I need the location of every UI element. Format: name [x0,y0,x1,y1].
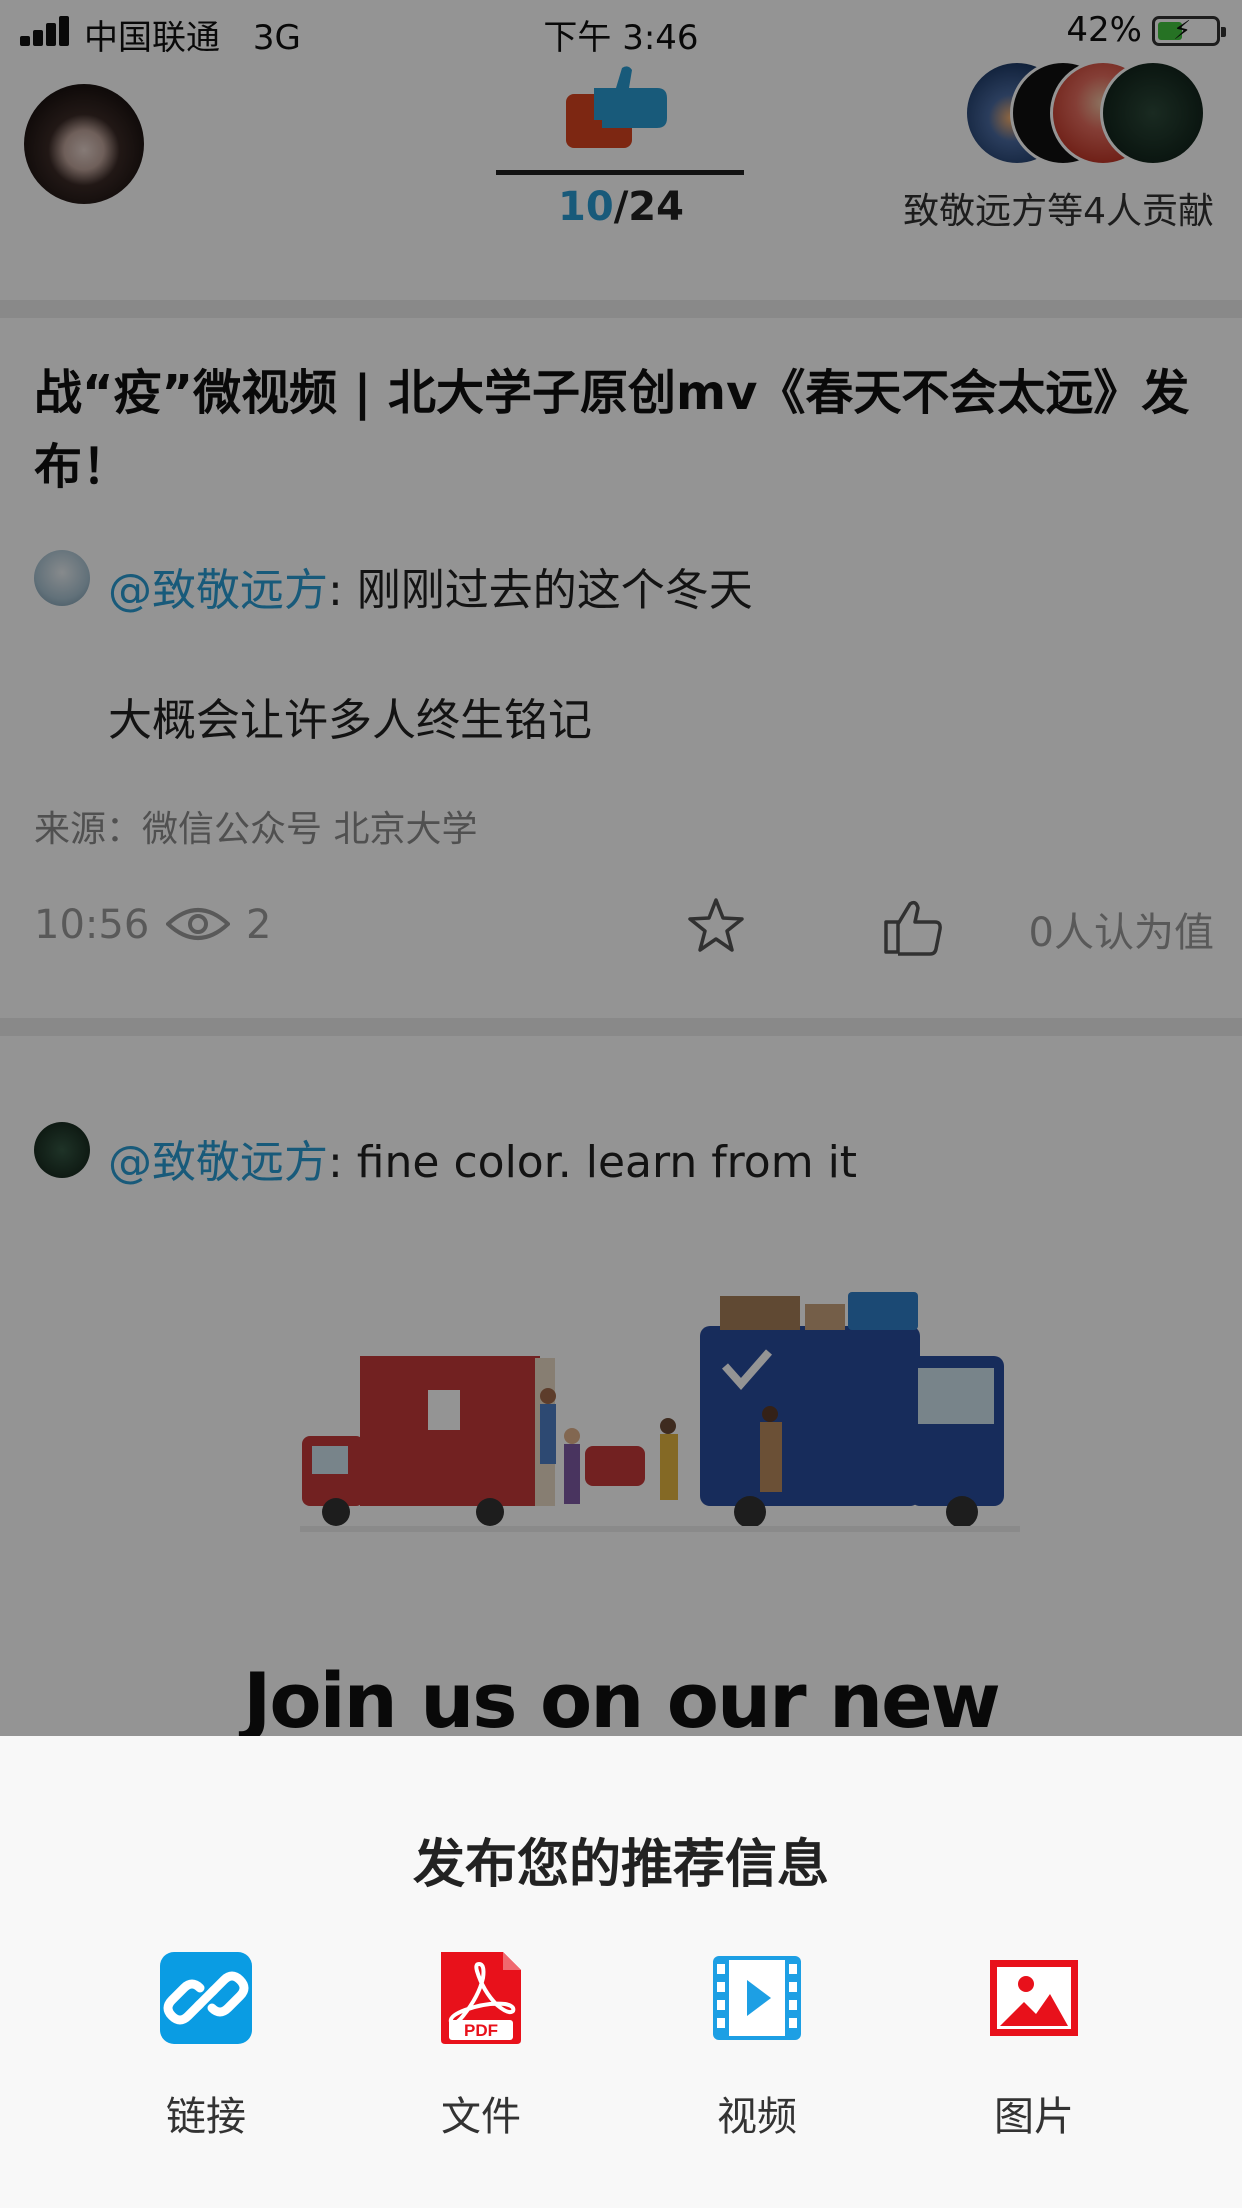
video-icon [713,1956,801,2040]
option-label: 视频 [717,2094,797,2140]
link-icon [160,1952,252,2044]
option-image[interactable]: 图片 [934,1950,1134,2170]
option-label: 文件 [441,2094,521,2140]
publish-sheet: 发布您的推荐信息 链接 PDF 文件 视频 图片 [0,1736,1242,2208]
option-link[interactable]: 链接 [106,1950,306,2170]
option-video[interactable]: 视频 [657,1950,857,2170]
option-file[interactable]: PDF 文件 [381,1950,581,2170]
image-icon [990,1960,1078,2036]
sheet-title: 发布您的推荐信息 [412,1835,829,1895]
modal-backdrop[interactable] [0,0,1242,1736]
pdf-icon: PDF [441,1952,521,2044]
svg-text:PDF: PDF [464,2021,498,2040]
option-label: 链接 [166,2094,246,2140]
option-label: 图片 [994,2094,1074,2140]
